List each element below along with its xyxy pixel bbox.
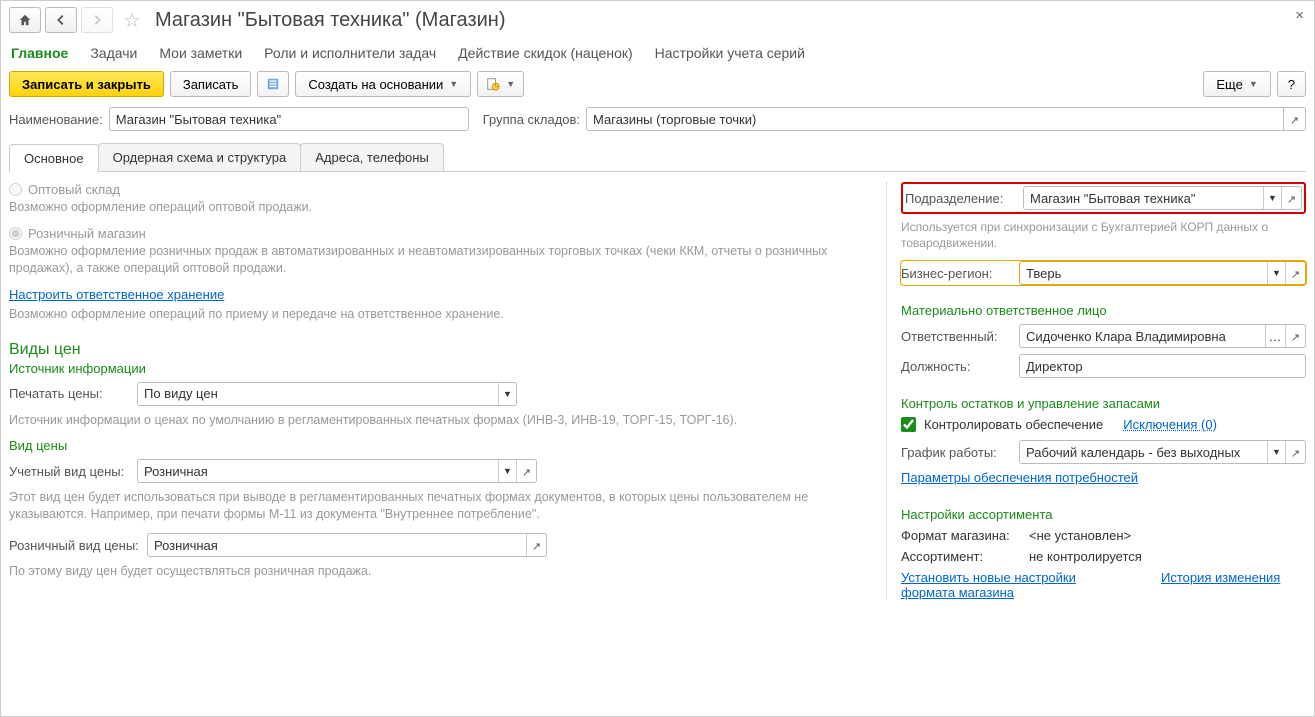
tab-notes[interactable]: Мои заметки bbox=[159, 45, 242, 61]
wholesale-radio[interactable]: Оптовый склад bbox=[9, 182, 878, 197]
dots-icon[interactable]: … bbox=[1265, 325, 1285, 347]
print-prices-label: Печатать цены: bbox=[9, 386, 129, 401]
chevron-down-icon[interactable]: ▼ bbox=[1267, 441, 1285, 463]
retail-price-select[interactable]: Розничная bbox=[147, 533, 547, 557]
print-prices-select[interactable]: По виду цен ▼ bbox=[137, 382, 517, 406]
position-label: Должность: bbox=[901, 359, 1011, 374]
division-label: Подразделение: bbox=[905, 191, 1015, 206]
prices-section-title: Виды цен bbox=[9, 341, 878, 359]
exceptions-link[interactable]: Исключения (0) bbox=[1123, 417, 1217, 432]
open-icon[interactable] bbox=[516, 460, 536, 482]
set-format-link[interactable]: Установить новые настройки формата магаз… bbox=[901, 570, 1121, 600]
params-link[interactable]: Параметры обеспечения потребностей bbox=[901, 470, 1138, 485]
assort-label: Ассортимент: bbox=[901, 549, 1021, 564]
open-icon bbox=[1290, 112, 1299, 127]
chevron-down-icon[interactable]: ▼ bbox=[1263, 187, 1281, 209]
price-type-sub: Вид цены bbox=[9, 438, 878, 453]
division-select[interactable]: Магазин "Бытовая техника" ▼ bbox=[1023, 186, 1302, 210]
schedule-label: График работы: bbox=[901, 445, 1011, 460]
list-icon bbox=[266, 77, 280, 91]
storage-note: Возможно оформление операций по приему и… bbox=[9, 306, 878, 323]
more-button[interactable]: Еще▼ bbox=[1203, 71, 1270, 97]
nav-forward-button[interactable] bbox=[81, 7, 113, 33]
name-label: Наименование: bbox=[9, 112, 103, 127]
division-note: Используется при синхронизации с Бухгалт… bbox=[901, 220, 1306, 251]
chevron-down-icon[interactable]: ▼ bbox=[1267, 262, 1285, 284]
inner-tab-order[interactable]: Ордерная схема и структура bbox=[98, 143, 302, 171]
close-icon[interactable]: × bbox=[1295, 7, 1304, 24]
source-note: Источник информации о ценах по умолчанию… bbox=[9, 412, 878, 429]
responsible-section: Материально ответственное лицо bbox=[901, 303, 1306, 318]
tab-discounts[interactable]: Действие скидок (наценок) bbox=[458, 45, 632, 61]
control-checkbox[interactable] bbox=[901, 417, 916, 432]
save-close-button[interactable]: Записать и закрыть bbox=[9, 71, 164, 97]
acct-price-note: Этот вид цен будет использоваться при вы… bbox=[9, 489, 878, 523]
open-icon[interactable] bbox=[1285, 441, 1305, 463]
region-label: Бизнес-регион: bbox=[901, 266, 1011, 281]
report-button[interactable]: ▼ bbox=[477, 71, 524, 97]
tab-roles[interactable]: Роли и исполнители задач bbox=[264, 45, 436, 61]
history-link[interactable]: История изменения bbox=[1161, 570, 1280, 600]
name-input[interactable]: Магазин "Бытовая техника" bbox=[109, 107, 469, 131]
list-button[interactable] bbox=[257, 71, 289, 97]
acct-price-select[interactable]: Розничная ▼ bbox=[137, 459, 537, 483]
wholesale-note: Возможно оформление операций оптовой про… bbox=[9, 199, 878, 216]
retail-note: Возможно оформление розничных продаж в а… bbox=[9, 243, 878, 277]
source-sub-title: Источник информации bbox=[9, 361, 878, 376]
retail-price-label: Розничный вид цены: bbox=[9, 538, 139, 553]
group-input[interactable]: Магазины (торговые точки) bbox=[586, 107, 1284, 131]
retail-price-note: По этому виду цен будет осуществляться р… bbox=[9, 563, 878, 580]
storage-link[interactable]: Настроить ответственное хранение bbox=[9, 287, 224, 302]
report-icon bbox=[486, 77, 500, 91]
control-label: Контролировать обеспечение bbox=[924, 417, 1103, 432]
format-value: <не установлен> bbox=[1029, 528, 1131, 543]
open-icon[interactable] bbox=[1285, 325, 1305, 347]
inner-tab-addresses[interactable]: Адреса, телефоны bbox=[300, 143, 444, 171]
save-button[interactable]: Записать bbox=[170, 71, 252, 97]
tab-tasks[interactable]: Задачи bbox=[90, 45, 137, 61]
favorite-star-icon[interactable]: ☆ bbox=[123, 8, 141, 33]
inner-tab-main[interactable]: Основное bbox=[9, 144, 99, 172]
chevron-down-icon[interactable]: ▼ bbox=[498, 383, 516, 405]
position-input[interactable]: Директор bbox=[1019, 354, 1306, 378]
open-icon[interactable] bbox=[1281, 187, 1301, 209]
nav-back-button[interactable] bbox=[45, 7, 77, 33]
stock-section: Контроль остатков и управление запасами bbox=[901, 396, 1306, 411]
responsible-label: Ответственный: bbox=[901, 329, 1011, 344]
group-label: Группа складов: bbox=[483, 112, 580, 127]
open-icon[interactable] bbox=[1285, 262, 1305, 284]
tab-main[interactable]: Главное bbox=[11, 45, 68, 61]
assort-section: Настройки ассортимента bbox=[901, 507, 1306, 522]
acct-price-label: Учетный вид цены: bbox=[9, 464, 129, 479]
open-icon[interactable] bbox=[526, 534, 546, 556]
format-label: Формат магазина: bbox=[901, 528, 1021, 543]
create-based-button[interactable]: Создать на основании▼ bbox=[295, 71, 471, 97]
group-open-button[interactable] bbox=[1284, 107, 1306, 131]
region-select[interactable]: Тверь ▼ bbox=[1019, 261, 1306, 285]
home-button[interactable] bbox=[9, 7, 41, 33]
assort-value: не контролируется bbox=[1029, 549, 1142, 564]
window-title: Магазин "Бытовая техника" (Магазин) bbox=[155, 9, 506, 32]
retail-radio[interactable]: Розничный магазин bbox=[9, 226, 878, 241]
tab-series[interactable]: Настройки учета серий bbox=[655, 45, 805, 61]
responsible-select[interactable]: Сидоченко Клара Владимировна … bbox=[1019, 324, 1306, 348]
help-button[interactable]: ? bbox=[1277, 71, 1306, 97]
schedule-select[interactable]: Рабочий календарь - без выходных ▼ bbox=[1019, 440, 1306, 464]
chevron-down-icon[interactable]: ▼ bbox=[498, 460, 516, 482]
